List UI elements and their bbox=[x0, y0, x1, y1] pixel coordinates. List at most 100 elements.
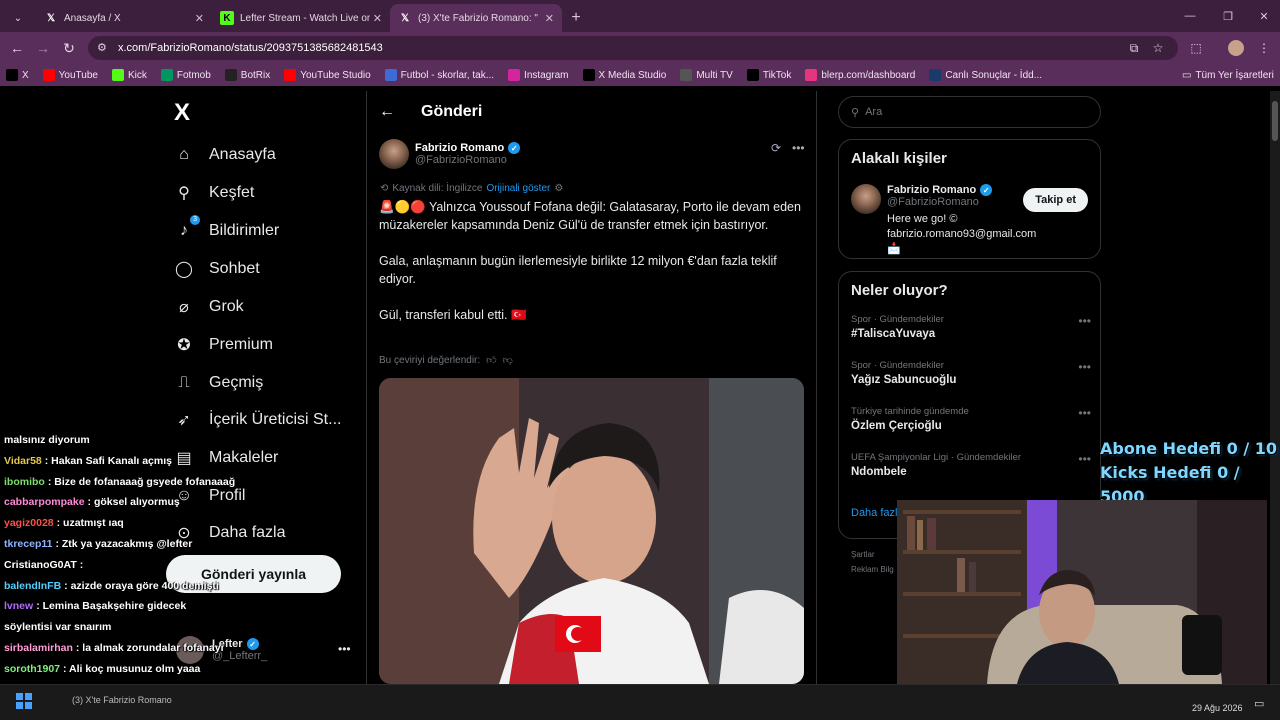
scrollbar[interactable] bbox=[1270, 91, 1280, 684]
tweet-author[interactable]: Fabrizio Romano ✓ @FabrizioRomano bbox=[379, 139, 521, 169]
sidebar-item-bildirimler[interactable]: ♪ 3 Bildirimler bbox=[174, 215, 279, 245]
chat-username[interactable]: CristianoG0AT bbox=[4, 559, 77, 571]
forward-button[interactable]: → bbox=[30, 35, 56, 61]
bookmark-label: Futbol - skorlar, tak... bbox=[400, 69, 495, 81]
chat-username[interactable]: sirbalamirhan bbox=[4, 642, 73, 654]
install-icon[interactable]: ⧉ bbox=[1122, 36, 1146, 60]
sidebar-item-premium[interactable]: ✪ Premium bbox=[174, 331, 273, 359]
sidebar-item-label: Geçmiş bbox=[209, 374, 264, 391]
grok-icon[interactable]: ⟳ bbox=[771, 141, 781, 155]
bookmark-item[interactable]: Instagram bbox=[508, 69, 569, 81]
footer-terms[interactable]: Şartlar bbox=[851, 550, 894, 559]
close-icon[interactable]: ✕ bbox=[373, 12, 382, 25]
bookmark-item[interactable]: BotRix bbox=[224, 69, 270, 81]
avatar[interactable] bbox=[379, 139, 409, 169]
tab-fabrizio[interactable]: 𝕏 (3) X'te Fabrizio Romano: " ✕ bbox=[390, 4, 562, 32]
more-icon[interactable]: ••• bbox=[1078, 406, 1091, 420]
related-person[interactable]: Fabrizio Romano ✓ @FabrizioRomano Here we… bbox=[851, 184, 1047, 257]
sidebar-item-label: Premium bbox=[209, 336, 274, 353]
trend-item[interactable]: Spor · Gündemdekiler Yağız Sabuncuoğlu ••• bbox=[851, 360, 1091, 386]
x-icon: 𝕏 bbox=[400, 12, 410, 24]
footer-links: Şartlar Reklam Bilg bbox=[851, 550, 894, 574]
thumbs-up-icon[interactable]: 👍︎ bbox=[486, 354, 496, 366]
notification-icon[interactable]: ▭ bbox=[1254, 697, 1264, 710]
menu-icon[interactable]: ⋮ bbox=[1252, 36, 1276, 60]
bookmark-item[interactable]: TikTok bbox=[746, 69, 791, 81]
botrix-icon bbox=[224, 69, 237, 81]
author-name[interactable]: Fabrizio Romano bbox=[415, 142, 504, 154]
back-arrow-icon[interactable]: ← bbox=[379, 103, 409, 121]
settings-icon[interactable]: ⚙ bbox=[554, 183, 563, 194]
sidebar-item-label: Makaleler bbox=[209, 449, 279, 466]
sidebar-item-anasayfa[interactable]: ⌂ Anasayfa bbox=[174, 141, 276, 169]
bookmark-item[interactable]: YouTube Studio bbox=[284, 69, 371, 81]
all-bookmarks[interactable]: ▭ Tüm Yer İşaretleri bbox=[1182, 70, 1274, 81]
more-icon[interactable]: ••• bbox=[1078, 360, 1091, 374]
window-close-button[interactable]: ✕ bbox=[1254, 6, 1274, 26]
address-bar[interactable]: ⚙ x.com/FabrizioRomano/status/2093751385… bbox=[88, 36, 1178, 60]
bookmark-item[interactable]: blerp.com/dashboard bbox=[805, 69, 915, 81]
new-tab-button[interactable]: + bbox=[562, 4, 590, 32]
site-info-icon[interactable]: ⚙ bbox=[97, 41, 111, 55]
thumbs-down-icon[interactable]: 👎︎ bbox=[503, 354, 513, 366]
reload-button[interactable]: ↻ bbox=[56, 35, 82, 61]
maximize-button[interactable]: ❐ bbox=[1218, 6, 1238, 26]
close-icon[interactable]: ✕ bbox=[545, 12, 554, 25]
search-input[interactable]: ⚲ Ara bbox=[838, 96, 1101, 128]
back-button[interactable]: ← bbox=[4, 35, 30, 61]
bookmark-item[interactable]: Multi TV bbox=[680, 69, 733, 81]
show-original-link[interactable]: Orijinali göster bbox=[486, 183, 550, 194]
chat-username[interactable]: tkrecep11 bbox=[4, 538, 52, 550]
more-icon[interactable]: ••• bbox=[1078, 452, 1091, 466]
trend-item[interactable]: UEFA Şampiyonlar Ligi · Gündemdekiler Ndo… bbox=[851, 452, 1091, 478]
tweet-photo[interactable] bbox=[379, 378, 804, 684]
bookmark-item[interactable]: X Media Studio bbox=[582, 69, 666, 81]
minimize-button[interactable]: — bbox=[1180, 6, 1200, 26]
avatar[interactable] bbox=[851, 184, 881, 214]
chat-text: : Hakan Safi Kanalı açmış bbox=[44, 454, 172, 467]
profile-avatar[interactable] bbox=[1224, 36, 1248, 60]
source-language: Kaynak dili: İngilizce bbox=[392, 183, 483, 194]
chat-username[interactable]: cabbarpompake bbox=[4, 496, 85, 508]
bookmark-item[interactable]: Canlı Sonuçlar - İdd... bbox=[929, 69, 1042, 81]
chat-username[interactable]: ibomibo bbox=[4, 476, 45, 488]
account-more-icon[interactable]: ••• bbox=[338, 642, 351, 656]
chat-username[interactable]: lvnew bbox=[4, 600, 33, 612]
chat-username[interactable]: Vidar58 bbox=[4, 455, 42, 467]
related-name[interactable]: Fabrizio Romano bbox=[887, 184, 976, 196]
author-handle[interactable]: @FabrizioRomano bbox=[415, 154, 520, 166]
sidebar-item-grok[interactable]: ⌀ Grok bbox=[174, 293, 244, 321]
sidebar-item-makaleler[interactable]: ▤ Makaleler bbox=[174, 444, 278, 472]
trend-item[interactable]: Türkiye tarihinde gündemde Özlem Çerçioğl… bbox=[851, 406, 1091, 432]
x-logo[interactable]: X bbox=[174, 99, 190, 127]
sidebar-item-keşfet[interactable]: ⚲ Keşfet bbox=[174, 179, 254, 207]
tab-search-button[interactable]: ⌄ bbox=[0, 4, 36, 32]
more-icon[interactable]: ••• bbox=[792, 141, 805, 155]
tab-kick[interactable]: K Lefter Stream - Watch Live on K ✕ bbox=[212, 4, 390, 32]
sidebar-item-sohbet[interactable]: ◯ Sohbet bbox=[174, 255, 260, 283]
chat-username[interactable]: balendInFB bbox=[4, 580, 61, 592]
bookmark-item[interactable]: Kick bbox=[111, 69, 147, 81]
bookmark-item[interactable]: Futbol - skorlar, tak... bbox=[384, 69, 495, 81]
tiktok-icon bbox=[746, 69, 759, 81]
sidebar-item-i-çerik-üreticisi-st-[interactable]: ➶ İçerik Üreticisi St... bbox=[174, 406, 341, 434]
tab-home[interactable]: 𝕏 Anasayfa / X ✕ bbox=[36, 4, 212, 32]
close-icon[interactable]: ✕ bbox=[195, 12, 204, 25]
show-more-link[interactable]: Daha fazl bbox=[851, 507, 897, 519]
bookmark-item[interactable]: Fotmob bbox=[160, 69, 211, 81]
bookmark-item[interactable]: X bbox=[6, 69, 29, 81]
footer-ads[interactable]: Reklam Bilg bbox=[851, 565, 894, 574]
chat-username[interactable]: soroth1907 bbox=[4, 663, 60, 675]
more-icon[interactable]: ••• bbox=[1078, 314, 1091, 328]
chat-text: : Ali koç musunuz olm yaaa bbox=[63, 662, 201, 675]
windows-start-icon[interactable] bbox=[16, 693, 32, 709]
follow-button[interactable]: Takip et bbox=[1023, 188, 1088, 212]
taskbar-app-title[interactable]: (3) X'te Fabrizio Romano bbox=[72, 695, 172, 705]
star-icon[interactable]: ☆ bbox=[1146, 36, 1170, 60]
chat-username[interactable]: yagiz0028 bbox=[4, 517, 54, 529]
chat-message: balendInFB: azizde oraya göre 400 demişt… bbox=[4, 580, 219, 592]
extensions-icon[interactable]: ⬚ bbox=[1184, 36, 1208, 60]
bookmark-item[interactable]: YouTube bbox=[42, 69, 98, 81]
trend-item[interactable]: Spor · Gündemdekiler #TaliscaYuvaya ••• bbox=[851, 314, 1091, 340]
sidebar-item-geçmiş[interactable]: ⎍ Geçmiş bbox=[174, 369, 263, 397]
